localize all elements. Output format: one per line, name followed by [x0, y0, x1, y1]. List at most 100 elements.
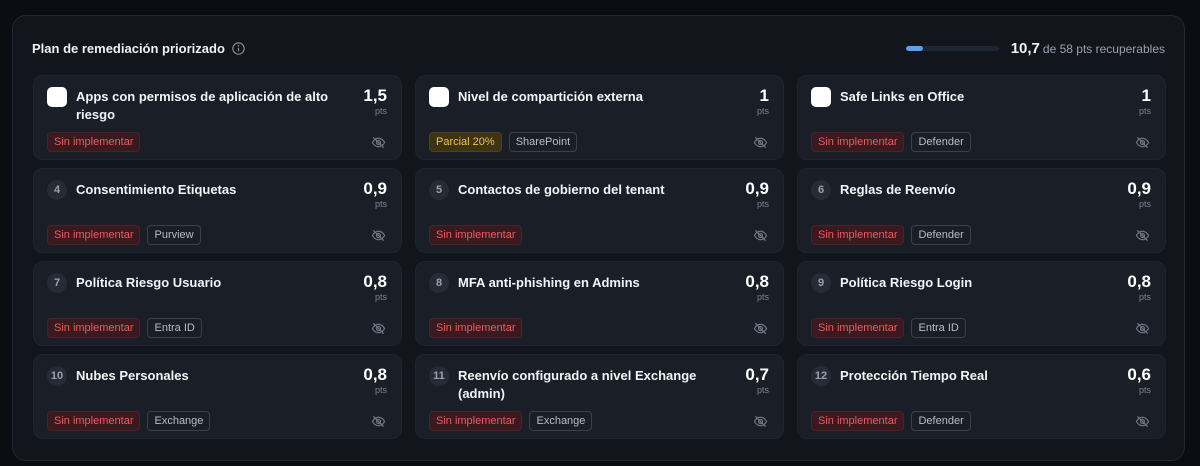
eye-off-icon[interactable] — [371, 228, 386, 243]
points-unit: pts — [756, 199, 769, 209]
points-value: 0,9 — [745, 179, 769, 198]
card-tags: Sin implementar Exchange — [429, 411, 593, 431]
card-title: Reglas de Reenvío — [840, 182, 956, 197]
progress-bar-fill — [905, 45, 923, 51]
card-tags: Sin implementar — [429, 225, 523, 245]
card-tags: Sin implementar Defender — [811, 411, 971, 431]
remediation-card[interactable]: 10 Nubes Personales 0,8 pts Sin implemen… — [33, 354, 402, 439]
eye-off-icon[interactable] — [1135, 135, 1150, 150]
eye-off-icon[interactable] — [753, 228, 768, 243]
info-icon[interactable] — [232, 41, 245, 55]
card-title: Nubes Personales — [76, 368, 189, 383]
category-tag: Entra ID — [911, 318, 966, 338]
points-unit: pts — [756, 292, 769, 302]
card-points: 0,9 pts — [1101, 179, 1151, 209]
card-title: MFA anti-phishing en Admins — [458, 275, 640, 290]
status-badge: Sin implementar — [47, 225, 141, 245]
remediation-card[interactable]: Safe Links en Office 1 pts Sin implement… — [797, 75, 1166, 160]
card-tags: Parcial 20% SharePoint — [429, 132, 578, 152]
eye-off-icon[interactable] — [371, 321, 386, 336]
points-value: 0,9 — [1127, 179, 1151, 198]
card-tags: Sin implementar Purview — [47, 225, 201, 245]
points-unit: pts — [1138, 199, 1151, 209]
status-badge: Sin implementar — [429, 318, 523, 338]
status-badge: Sin implementar — [429, 411, 523, 431]
remediation-card[interactable]: Apps con permisos de aplicación de alto … — [33, 75, 402, 160]
remediation-card[interactable]: Nivel de compartición externa 1 pts Parc… — [415, 75, 784, 160]
priority-number: 8 — [429, 273, 449, 293]
points-value: 1 — [759, 86, 769, 105]
panel-header: Plan de remediación priorizado 10,7 de 58… — [32, 38, 1165, 58]
status-badge: Sin implementar — [47, 411, 141, 431]
card-points: 0,8 pts — [1101, 272, 1151, 302]
points-unit: pts — [1138, 106, 1151, 116]
category-tag: Entra ID — [147, 318, 202, 338]
category-tag: Purview — [147, 225, 201, 245]
status-badge: Sin implementar — [47, 318, 141, 338]
priority-number: 9 — [811, 273, 831, 293]
select-checkbox[interactable] — [47, 87, 67, 107]
eye-off-icon[interactable] — [371, 414, 386, 429]
points-unit: pts — [1138, 385, 1151, 395]
remediation-card-grid: Apps con permisos de aplicación de alto … — [33, 75, 1166, 439]
points-unit: pts — [374, 106, 387, 116]
eye-off-icon[interactable] — [1135, 414, 1150, 429]
points-value: 0,8 — [745, 272, 769, 291]
select-checkbox[interactable] — [429, 87, 449, 107]
eye-off-icon[interactable] — [1135, 321, 1150, 336]
status-badge: Sin implementar — [811, 318, 905, 338]
card-tags: Sin implementar Entra ID — [811, 318, 966, 338]
points-unit: pts — [374, 385, 387, 395]
eye-off-icon[interactable] — [753, 135, 768, 150]
select-checkbox[interactable] — [811, 87, 831, 107]
remediation-card[interactable]: 11 Reenvío configurado a nivel Exchange … — [415, 354, 784, 439]
eye-off-icon[interactable] — [1135, 228, 1150, 243]
remediation-card[interactable]: 7 Política Riesgo Usuario 0,8 pts Sin im… — [33, 261, 402, 346]
eye-off-icon[interactable] — [753, 414, 768, 429]
panel-title: Plan de remediación priorizado — [32, 40, 225, 56]
score-value: 10,7 — [1010, 39, 1040, 57]
points-unit: pts — [374, 292, 387, 302]
card-title: Política Riesgo Usuario — [76, 275, 222, 290]
points-unit: pts — [374, 199, 387, 209]
status-badge: Sin implementar — [811, 132, 905, 152]
remediation-card[interactable]: 4 Consentimiento Etiquetas 0,9 pts Sin i… — [33, 168, 402, 253]
card-tags: Sin implementar — [429, 318, 523, 338]
points-value: 0,8 — [1127, 272, 1151, 291]
remediation-card[interactable]: 9 Política Riesgo Login 0,8 pts Sin impl… — [797, 261, 1166, 346]
priority-number: 10 — [47, 366, 67, 386]
points-value: 0,8 — [363, 365, 387, 384]
status-badge: Parcial 20% — [429, 132, 502, 152]
points-value: 0,8 — [363, 272, 387, 291]
card-title: Reenvío configurado a nivel Exchange (ad… — [458, 368, 697, 401]
priority-number: 7 — [47, 273, 67, 293]
card-points: 0,8 pts — [337, 365, 387, 395]
eye-off-icon[interactable] — [753, 321, 768, 336]
points-value: 0,9 — [363, 179, 387, 198]
card-tags: Sin implementar — [47, 132, 141, 152]
points-value: 0,6 — [1127, 365, 1151, 384]
remediation-card[interactable]: 5 Contactos de gobierno del tenant 0,9 p… — [415, 168, 784, 253]
status-badge: Sin implementar — [811, 225, 905, 245]
category-tag: Defender — [911, 411, 971, 431]
card-points: 1 pts — [1101, 86, 1151, 116]
priority-number: 6 — [811, 180, 831, 200]
progress-summary: 10,7 de 58 pts recuperables — [905, 39, 1165, 57]
card-title: Apps con permisos de aplicación de alto … — [76, 89, 329, 122]
remediation-card[interactable]: 6 Reglas de Reenvío 0,9 pts Sin implemen… — [797, 168, 1166, 253]
card-points: 0,9 pts — [719, 179, 769, 209]
eye-off-icon[interactable] — [371, 135, 386, 150]
remediation-card[interactable]: 8 MFA anti-phishing en Admins 0,8 pts Si… — [415, 261, 784, 346]
category-tag: Exchange — [147, 411, 211, 431]
card-title: Consentimiento Etiquetas — [76, 182, 237, 197]
card-tags: Sin implementar Exchange — [47, 411, 211, 431]
remediation-card[interactable]: 12 Protección Tiempo Real 0,6 pts Sin im… — [797, 354, 1166, 439]
card-points: 0,8 pts — [719, 272, 769, 302]
card-points: 0,7 pts — [719, 365, 769, 395]
points-unit: pts — [1138, 292, 1151, 302]
card-points: 0,6 pts — [1101, 365, 1151, 395]
card-points: 0,8 pts — [337, 272, 387, 302]
status-badge: Sin implementar — [429, 225, 523, 245]
card-title: Contactos de gobierno del tenant — [458, 182, 665, 197]
category-tag: SharePoint — [508, 132, 578, 152]
